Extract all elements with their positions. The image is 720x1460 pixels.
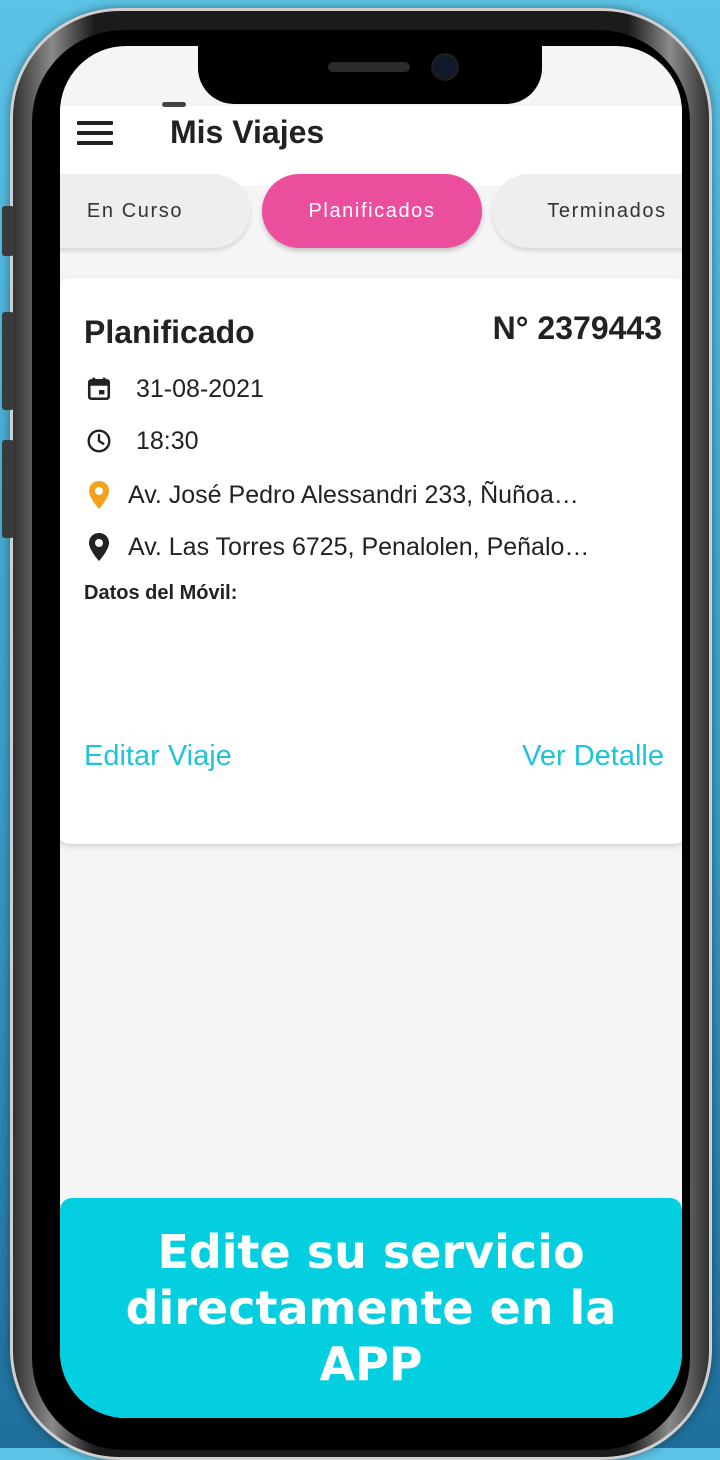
status-indicator (162, 102, 186, 107)
phone-notch (198, 30, 542, 104)
trip-status: Planificado (84, 314, 255, 350)
volume-down-button (2, 440, 14, 538)
calendar-icon (84, 374, 114, 404)
trip-time-row: 18:30 (84, 426, 199, 456)
location-pin-icon (84, 532, 114, 562)
tab-planificados[interactable]: Planificados (262, 174, 482, 248)
trip-date: 31-08-2021 (136, 374, 264, 403)
view-detail-link[interactable]: Ver Detalle (522, 740, 664, 773)
promo-banner: Edite su servicio directamente en la APP (60, 1198, 682, 1418)
trip-destination-row: Av. Las Torres 6725, Penalolen, Peñalo… (84, 532, 589, 562)
edit-trip-link[interactable]: Editar Viaje (84, 740, 232, 773)
vehicle-data-label: Datos del Móvil: (84, 582, 238, 604)
promo-text: Edite su servicio directamente en la APP (125, 1225, 617, 1391)
phone-screen: Mis Viajes En Curso Planificados Termina… (60, 46, 682, 1418)
tab-terminados[interactable]: Terminados (492, 174, 682, 248)
volume-up-button (2, 312, 14, 410)
mute-switch (2, 206, 14, 256)
trip-date-row: 31-08-2021 (84, 374, 264, 404)
trip-origin-row: Av. José Pedro Alessandri 233, Ñuñoa… (84, 480, 579, 510)
trip-origin: Av. José Pedro Alessandri 233, Ñuñoa… (128, 480, 579, 509)
page-title: Mis Viajes (170, 114, 325, 150)
trip-card: Planificado N° 2379443 31-08-2021 18:30 … (60, 278, 682, 844)
trip-time: 18:30 (136, 426, 199, 455)
trip-number: N° 2379443 (492, 310, 662, 346)
trip-destination: Av. Las Torres 6725, Penalolen, Peñalo… (128, 532, 590, 561)
camera-icon (434, 56, 456, 78)
tab-en-curso[interactable]: En Curso (60, 174, 250, 248)
trip-tabs: En Curso Planificados Terminados (60, 174, 682, 256)
menu-icon[interactable] (68, 106, 122, 160)
location-pin-icon (84, 480, 114, 510)
clock-icon (84, 426, 114, 456)
speaker-grille (328, 62, 410, 72)
